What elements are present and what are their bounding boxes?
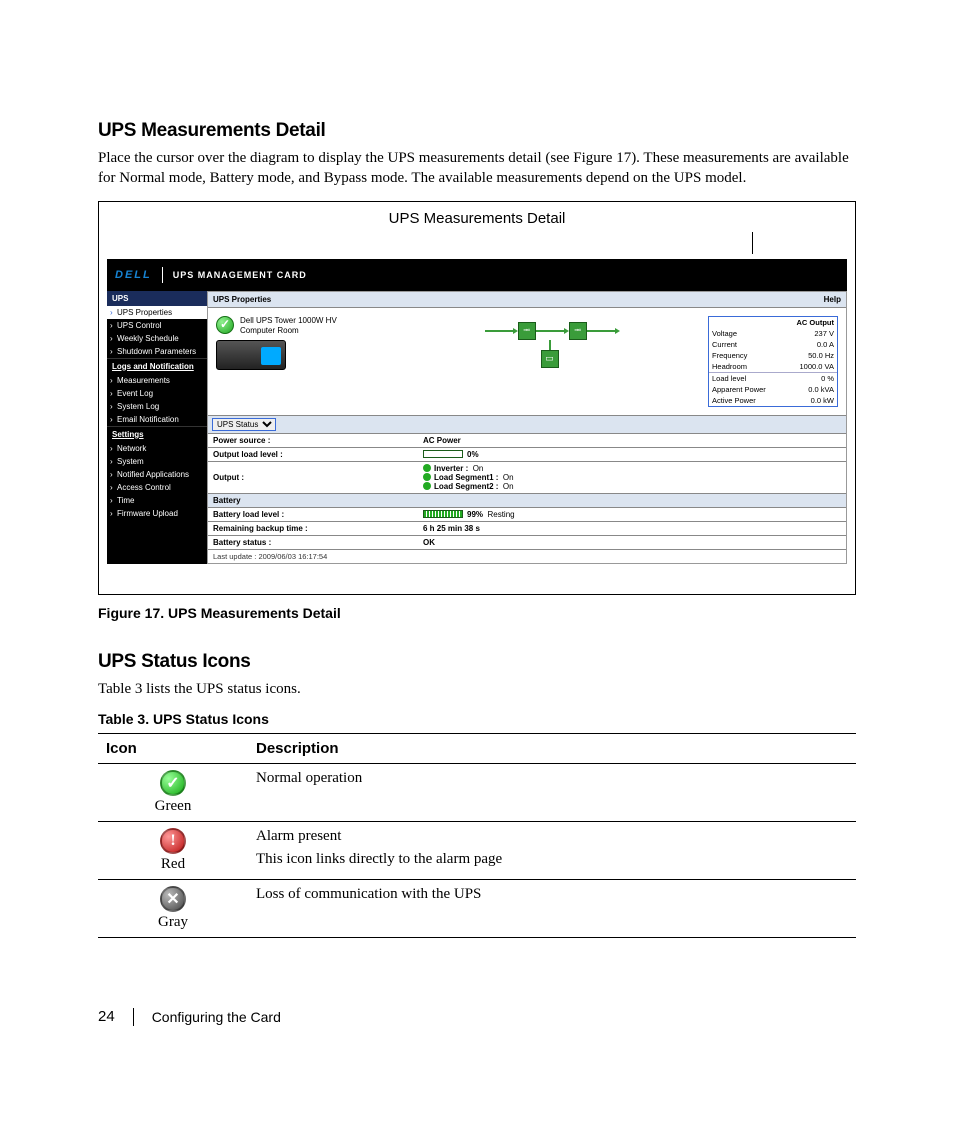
- callout-label: UPS Measurements Detail: [389, 210, 566, 227]
- meas-label: Frequency: [709, 350, 785, 361]
- callout-leader: [752, 232, 753, 254]
- meas-label: Apparent Power: [709, 384, 785, 395]
- ups-model: Dell UPS Tower 1000W HV: [240, 316, 337, 326]
- dell-logo: DELL: [115, 269, 152, 281]
- power-flow-diagram[interactable]: ⭲ ⭲ ▭: [406, 316, 698, 340]
- battery-node-icon: ▭: [541, 350, 559, 368]
- nav-event-log[interactable]: Event Log: [107, 387, 207, 400]
- status-dot-icon: [423, 473, 431, 481]
- page-footer: 24 Configuring the Card: [98, 1008, 856, 1026]
- meas-label: Voltage: [709, 328, 785, 339]
- page-number: 24: [98, 1008, 115, 1025]
- status-ok-icon: [216, 316, 234, 334]
- nav-time[interactable]: Time: [107, 494, 207, 507]
- status-dot-icon: [423, 482, 431, 490]
- table-caption: Table 3. UPS Status Icons: [98, 711, 856, 727]
- nav-ups-properties[interactable]: UPS Properties: [107, 306, 207, 319]
- sidebar: UPS UPS Properties UPS Control Weekly Sc…: [107, 291, 207, 564]
- meas-label: Active Power: [709, 395, 785, 406]
- nav-firmware-upload[interactable]: Firmware Upload: [107, 507, 207, 520]
- last-update: Last update : 2009/06/03 16:17:54: [208, 549, 846, 563]
- output-node-icon: ⭲: [569, 322, 587, 340]
- nav-system-log[interactable]: System Log: [107, 400, 207, 413]
- meas-value: 1000.0 VA: [785, 361, 837, 373]
- meas-heading: AC Output: [709, 317, 837, 328]
- nav-notified-apps[interactable]: Notified Applications: [107, 468, 207, 481]
- nav-weekly-schedule[interactable]: Weekly Schedule: [107, 332, 207, 345]
- nav-header-ups: UPS: [107, 291, 207, 306]
- nav-section-logs: Logs and Notification: [107, 358, 207, 374]
- app-title: UPS MANAGEMENT CARD: [173, 270, 307, 280]
- alert-circle-icon: !: [160, 828, 186, 854]
- status-dot-icon: [423, 464, 431, 472]
- meas-value: 50.0 Hz: [785, 350, 837, 361]
- app-screenshot: DELL UPS MANAGEMENT CARD UPS UPS Propert…: [107, 259, 847, 564]
- x-circle-icon: ✕: [160, 886, 186, 912]
- nav-shutdown-params[interactable]: Shutdown Parameters: [107, 345, 207, 358]
- nav-email-notification[interactable]: Email Notification: [107, 413, 207, 426]
- meas-value: 0.0 kVA: [785, 384, 837, 395]
- meas-value: 0 %: [785, 372, 837, 384]
- measurements-tooltip: AC Output Voltage237 V Current0.0 A Freq…: [708, 316, 838, 407]
- nav-ups-control[interactable]: UPS Control: [107, 319, 207, 332]
- figure-box: UPS Measurements Detail DELL UPS MANAGEM…: [98, 201, 856, 595]
- status-table: Power source : AC Power Output load leve…: [208, 434, 846, 563]
- chapter-name: Configuring the Card: [152, 1009, 281, 1025]
- nav-section-settings: Settings: [107, 426, 207, 442]
- divider: [133, 1008, 134, 1026]
- row-value: Inverter : On Load Segment1 : On Load Se…: [418, 461, 846, 493]
- divider: [162, 267, 163, 283]
- nav-system[interactable]: System: [107, 455, 207, 468]
- battery-bar-icon: [423, 510, 463, 518]
- section-text: Table 3 lists the UPS status icons.: [98, 679, 856, 699]
- ups-location: Computer Room: [240, 326, 337, 336]
- nav-measurements[interactable]: Measurements: [107, 374, 207, 387]
- row-value: 0%: [418, 447, 846, 461]
- section-battery: Battery: [208, 493, 846, 507]
- meas-label: Headroom: [709, 361, 785, 373]
- icon-label: Red: [106, 856, 240, 873]
- section-text: Place the cursor over the diagram to dis…: [98, 148, 856, 189]
- row-value: 99% Resting: [418, 507, 846, 521]
- row-value: AC Power: [418, 434, 846, 448]
- meas-value: 237 V: [785, 328, 837, 339]
- input-node-icon: ⭲: [518, 322, 536, 340]
- meas-value: 0.0 A: [785, 339, 837, 350]
- icon-label: Green: [106, 798, 240, 815]
- icon-description: Normal operation: [248, 763, 856, 821]
- status-select[interactable]: UPS Status: [212, 418, 276, 431]
- meas-value: 0.0 kW: [785, 395, 837, 406]
- nav-access-control[interactable]: Access Control: [107, 481, 207, 494]
- ups-image: [216, 340, 286, 370]
- row-label: Remaining backup time :: [208, 521, 418, 535]
- row-value: OK: [418, 535, 846, 549]
- section-heading: UPS Measurements Detail: [98, 120, 856, 142]
- figure-caption: Figure 17. UPS Measurements Detail: [98, 605, 856, 621]
- row-value: 6 h 25 min 38 s: [418, 521, 846, 535]
- panel-title: UPS Properties: [213, 295, 271, 304]
- row-label: Output load level :: [208, 447, 418, 461]
- col-description: Description: [248, 733, 856, 763]
- nav-network[interactable]: Network: [107, 442, 207, 455]
- row-label: Power source :: [208, 434, 418, 448]
- icon-description: Alarm present This icon links directly t…: [248, 821, 856, 879]
- row-label: Output :: [208, 461, 418, 493]
- meas-label: Load level: [709, 372, 785, 384]
- meas-label: Current: [709, 339, 785, 350]
- icon-label: Gray: [106, 914, 240, 931]
- row-label: Battery status :: [208, 535, 418, 549]
- row-label: Battery load level :: [208, 507, 418, 521]
- status-icons-table: Icon Description ✓ Green Normal operatio…: [98, 733, 856, 938]
- section-heading: UPS Status Icons: [98, 651, 856, 673]
- help-link[interactable]: Help: [824, 295, 841, 304]
- content-panel: UPS Properties Help Dell UPS Tower 1000W…: [207, 291, 847, 564]
- icon-description: Loss of communication with the UPS: [248, 879, 856, 937]
- col-icon: Icon: [98, 733, 248, 763]
- load-bar-icon: [423, 450, 463, 458]
- check-circle-icon: ✓: [160, 770, 186, 796]
